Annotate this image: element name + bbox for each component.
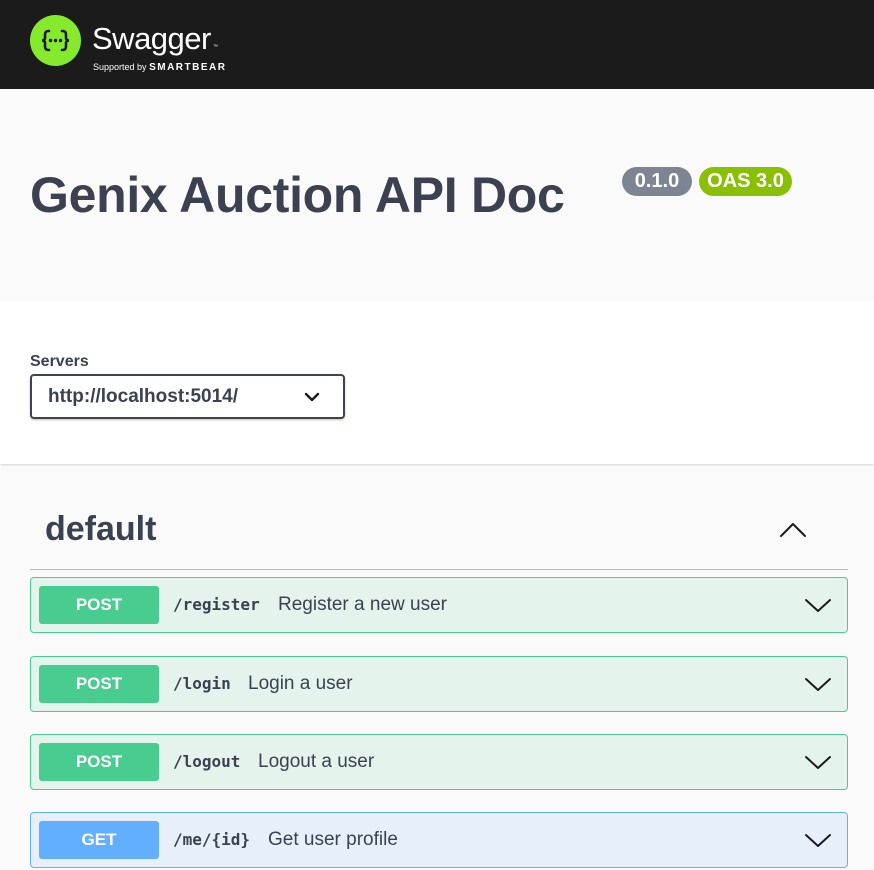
operation-path: /logout xyxy=(173,752,241,771)
operation-path: /login xyxy=(173,674,231,693)
chevron-down-icon[interactable] xyxy=(803,674,833,694)
brand-name: Swagger xyxy=(92,21,211,56)
trademark: ™ xyxy=(213,44,218,50)
operation-path: /register xyxy=(173,595,260,614)
chevron-down-icon xyxy=(304,392,320,402)
api-title: Genix Auction API Doc xyxy=(30,167,565,223)
chevron-up-icon[interactable] xyxy=(778,520,808,540)
operation-summary: Login a user xyxy=(248,673,353,694)
curly-braces-icon xyxy=(30,15,81,66)
operation-summary: Logout a user xyxy=(258,751,375,772)
operation-path: /me/{id} xyxy=(173,830,251,849)
method-badge: GET xyxy=(39,821,159,859)
servers-label: Servers xyxy=(30,353,89,370)
method-badge: POST xyxy=(39,665,159,703)
method-badge: POST xyxy=(39,586,159,624)
tag-section-header[interactable]: default xyxy=(30,500,848,570)
topbar: Swagger ™ Supported by SMARTBEAR xyxy=(0,0,874,89)
chevron-down-icon[interactable] xyxy=(803,830,833,850)
operation-summary: Register a new user xyxy=(278,594,447,615)
brand-subtitle: Supported by SMARTBEAR xyxy=(93,62,226,73)
operation-post-logout[interactable]: POST /logout Logout a user xyxy=(30,734,848,790)
company-name: SMARTBEAR xyxy=(149,62,227,73)
operation-post-login[interactable]: POST /login Login a user xyxy=(30,656,848,712)
oas-badge: OAS 3.0 xyxy=(699,167,792,196)
operation-summary: Get user profile xyxy=(268,829,398,850)
server-select-value: http://localhost:5014/ xyxy=(48,386,239,407)
server-select[interactable]: http://localhost:5014/ xyxy=(30,374,345,419)
tag-title: default xyxy=(45,510,157,548)
method-badge: POST xyxy=(39,743,159,781)
chevron-down-icon[interactable] xyxy=(803,595,833,615)
version-badge: 0.1.0 xyxy=(622,167,692,196)
supported-by-text: Supported by xyxy=(93,62,147,72)
operation-post-register[interactable]: POST /register Register a new user xyxy=(30,577,848,633)
operation-get-me-id[interactable]: GET /me/{id} Get user profile xyxy=(30,812,848,868)
chevron-down-icon[interactable] xyxy=(803,752,833,772)
